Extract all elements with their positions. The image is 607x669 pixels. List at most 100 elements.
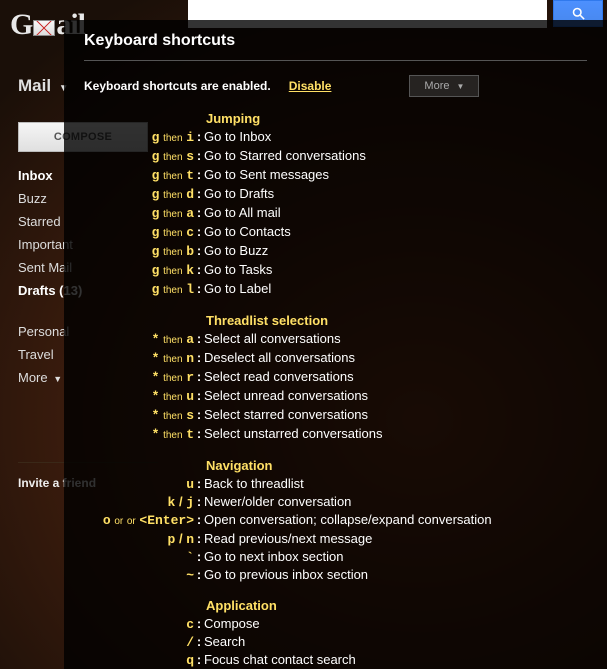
section-title: Threadlist selection [206, 313, 587, 328]
shortcut-section: Jumpingg then i:Go to Inboxg then s:Go t… [84, 111, 587, 299]
shortcut-row: c:Compose [84, 615, 587, 633]
shortcut-keys: g then a [84, 204, 194, 223]
shortcut-desc: Select starred conversations [204, 406, 368, 423]
colon: : [194, 368, 204, 385]
shortcut-keys: o or or <Enter> [84, 511, 194, 530]
chevron-down-icon: ▼ [457, 82, 465, 91]
shortcut-keys: g then i [84, 128, 194, 147]
shortcut-row: * then r:Select read conversations [84, 368, 587, 387]
section-title: Application [206, 598, 587, 613]
colon: : [194, 387, 204, 404]
keyboard-shortcuts-overlay: Keyboard shortcuts Keyboard shortcuts ar… [64, 20, 607, 669]
shortcut-keys: g then b [84, 242, 194, 261]
colon: : [194, 548, 204, 565]
shortcut-desc: Go to Starred conversations [204, 147, 366, 164]
colon: : [194, 651, 204, 668]
shortcut-keys: u [84, 475, 194, 493]
shortcut-desc: Focus chat contact search [204, 651, 356, 668]
shortcut-row: * then s:Select starred conversations [84, 406, 587, 425]
shortcut-section: Threadlist selection* then a:Select all … [84, 313, 587, 444]
disable-link[interactable]: Disable [289, 79, 332, 93]
mail-dropdown-label: Mail [18, 76, 51, 95]
more-button-label: More [424, 80, 449, 92]
shortcut-keys: * then a [84, 330, 194, 349]
colon: : [194, 566, 204, 583]
shortcut-row: g then s:Go to Starred conversations [84, 147, 587, 166]
shortcut-desc: Newer/older conversation [204, 493, 351, 510]
shortcut-desc: Go to Buzz [204, 242, 268, 259]
shortcut-row: g then l:Go to Label [84, 280, 587, 299]
shortcut-row: g then c:Go to Contacts [84, 223, 587, 242]
shortcut-row: o or or <Enter>:Open conversation; colla… [84, 511, 587, 530]
shortcuts-enabled-text: Keyboard shortcuts are enabled. [84, 79, 271, 93]
envelope-icon [33, 20, 55, 36]
shortcut-keys: ~ [84, 566, 194, 584]
shortcut-row: * then a:Select all conversations [84, 330, 587, 349]
shortcut-row: ~:Go to previous inbox section [84, 566, 587, 584]
shortcut-keys: q [84, 651, 194, 669]
shortcut-keys: g then s [84, 147, 194, 166]
shortcut-desc: Go to Tasks [204, 261, 272, 278]
shortcut-row: `:Go to next inbox section [84, 548, 587, 566]
shortcut-desc: Go to Contacts [204, 223, 291, 240]
shortcut-row: g then i:Go to Inbox [84, 128, 587, 147]
shortcut-desc: Go to Sent messages [204, 166, 329, 183]
colon: : [194, 330, 204, 347]
search-icon [571, 6, 586, 21]
colon: : [194, 615, 204, 632]
overlay-title: Keyboard shortcuts [84, 32, 587, 61]
shortcut-desc: Select all conversations [204, 330, 341, 347]
shortcut-row: * then t:Select unstarred conversations [84, 425, 587, 444]
colon: : [194, 204, 204, 221]
colon: : [194, 511, 204, 528]
colon: : [194, 425, 204, 442]
colon: : [194, 406, 204, 423]
shortcut-keys: g then k [84, 261, 194, 280]
shortcut-desc: Back to threadlist [204, 475, 304, 492]
shortcut-keys: g then t [84, 166, 194, 185]
colon: : [194, 223, 204, 240]
section-title: Jumping [206, 111, 587, 126]
shortcut-desc: Select unread conversations [204, 387, 368, 404]
shortcut-keys: * then n [84, 349, 194, 368]
shortcut-keys: g then l [84, 280, 194, 299]
section-title: Navigation [206, 458, 587, 473]
shortcut-desc: Deselect all conversations [204, 349, 355, 366]
shortcut-desc: Read previous/next message [204, 530, 372, 547]
shortcut-desc: Go to Inbox [204, 128, 271, 145]
shortcut-row: g then b:Go to Buzz [84, 242, 587, 261]
colon: : [194, 280, 204, 297]
shortcut-row: * then u:Select unread conversations [84, 387, 587, 406]
chevron-down-icon: ▼ [53, 374, 62, 384]
shortcut-row: * then n:Deselect all conversations [84, 349, 587, 368]
shortcut-keys: * then u [84, 387, 194, 406]
colon: : [194, 530, 204, 547]
shortcut-desc: Select read conversations [204, 368, 354, 385]
colon: : [194, 633, 204, 650]
more-button[interactable]: More ▼ [409, 75, 479, 97]
colon: : [194, 261, 204, 278]
colon: : [194, 493, 204, 510]
mail-dropdown[interactable]: Mail ▼ [18, 76, 69, 96]
colon: : [194, 475, 204, 492]
shortcut-keys: ` [84, 548, 194, 566]
shortcut-section: Applicationc:Compose/:Searchq:Focus chat… [84, 598, 587, 669]
shortcut-desc: Go to All mail [204, 204, 281, 221]
shortcut-keys: * then s [84, 406, 194, 425]
colon: : [194, 147, 204, 164]
shortcut-desc: Open conversation; collapse/expand conve… [204, 511, 492, 528]
shortcut-keys: c [84, 615, 194, 633]
logo-g: G [10, 8, 32, 42]
shortcut-row: g then t:Go to Sent messages [84, 166, 587, 185]
shortcut-desc: Go to Label [204, 280, 271, 297]
shortcut-keys: * then t [84, 425, 194, 444]
shortcut-desc: Compose [204, 615, 260, 632]
shortcut-keys: g then d [84, 185, 194, 204]
shortcut-row: p / n:Read previous/next message [84, 530, 587, 548]
shortcut-keys: p / n [84, 530, 194, 548]
shortcut-desc: Select unstarred conversations [204, 425, 382, 442]
colon: : [194, 349, 204, 366]
shortcut-keys: g then c [84, 223, 194, 242]
colon: : [194, 128, 204, 145]
shortcut-keys: / [84, 633, 194, 651]
